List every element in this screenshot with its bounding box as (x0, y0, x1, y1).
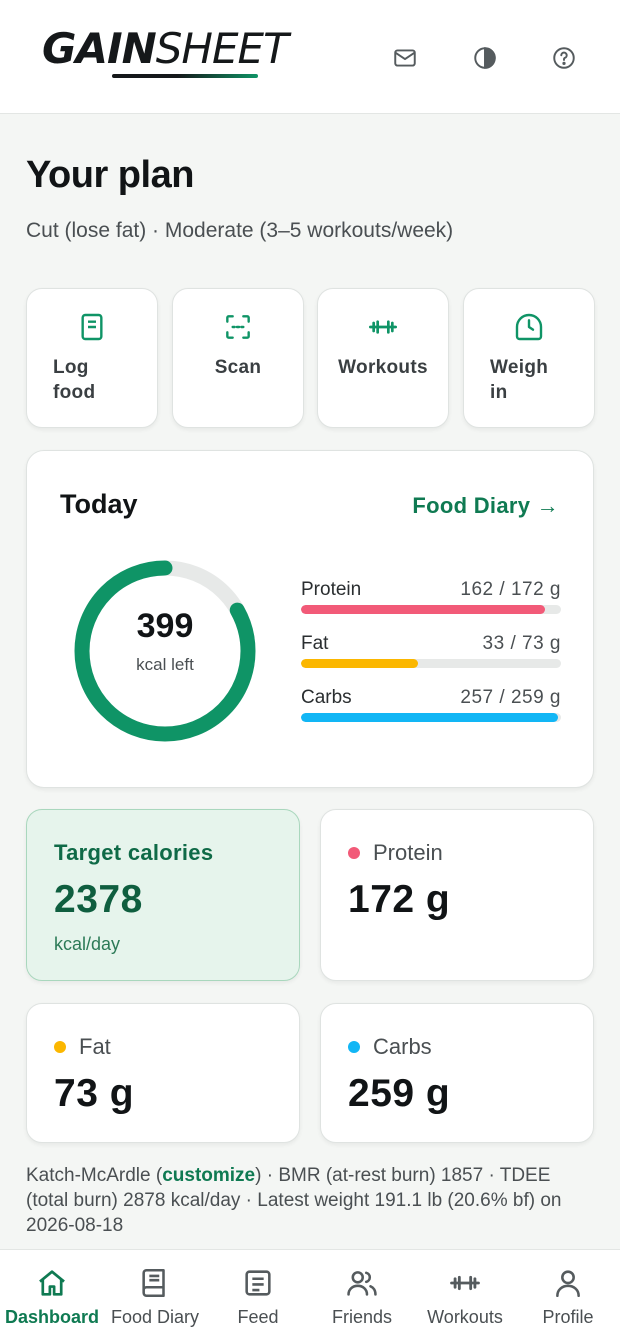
app-header: GAINSHEET (0, 0, 620, 114)
stat-value: 172 g (348, 878, 451, 921)
stat-value: 73 g (54, 1072, 135, 1115)
dumbbell-icon (367, 311, 399, 343)
quick-action-log-food[interactable]: Log food (26, 288, 158, 428)
home-icon (39, 1270, 65, 1296)
scale-clock-icon (513, 311, 545, 343)
carbs-dot-icon (348, 1041, 360, 1053)
protein-card: Protein 172 g (320, 809, 594, 981)
macro-name: Fat (301, 633, 329, 654)
dumbbell-icon (450, 1275, 480, 1291)
nav-food-diary[interactable]: Food Diary (103, 1250, 207, 1342)
kcal-left-value: 399 (136, 607, 194, 645)
nav-dashboard[interactable]: Dashboard (0, 1250, 104, 1342)
nav-workouts[interactable]: Workouts (413, 1250, 517, 1342)
macro-value: 162 / 172 g (460, 579, 561, 600)
stat-label: Target calories (54, 840, 214, 865)
macro-track (301, 713, 561, 722)
book-icon (142, 1268, 165, 1298)
quick-action-label: Workouts (338, 357, 428, 378)
stat-label: Carbs (373, 1034, 432, 1059)
macro-name: Protein (301, 579, 362, 600)
food-diary-link[interactable]: Food Diary → (412, 493, 559, 519)
quick-action-label: Scan (214, 357, 262, 378)
macro-track (301, 659, 561, 668)
help-icon[interactable] (544, 38, 584, 78)
contrast-icon[interactable] (465, 38, 505, 78)
plan-subtitle: Cut (lose fat) · Moderate (3–5 workouts/… (26, 219, 454, 242)
calories-ring (74, 560, 256, 742)
macro-fill (301, 713, 559, 722)
calculation-footnote: Katch-McArdle (customize) · BMR (at-rest… (26, 1165, 562, 1236)
macro-name: Carbs (301, 687, 352, 708)
quick-action-label: Weigh in (490, 357, 549, 403)
page-title: Your plan (26, 154, 194, 196)
nav-profile[interactable]: Profile (516, 1250, 620, 1342)
document-icon (76, 311, 108, 343)
nav-feed[interactable]: Feed (206, 1250, 310, 1342)
macro-value: 33 / 73 g (482, 633, 561, 654)
quick-action-workouts[interactable]: Workouts (317, 288, 449, 428)
macro-value: 257 / 259 g (460, 687, 561, 708)
today-card: Today Food Diary → 399 kcal left Protein… (26, 450, 594, 788)
stat-label: Protein (373, 840, 443, 865)
macro-row-carbs: Carbs 257 / 259 g (301, 687, 561, 731)
friends-icon (347, 1271, 377, 1296)
macro-track (301, 605, 561, 614)
nav-friends[interactable]: Friends (310, 1250, 414, 1342)
protein-dot-icon (348, 847, 360, 859)
macro-fill (301, 659, 418, 668)
today-title: Today (60, 489, 138, 519)
stat-value: 2378 (54, 878, 143, 921)
mail-icon[interactable] (385, 38, 425, 78)
fat-dot-icon (54, 1041, 66, 1053)
profile-icon (556, 1270, 580, 1298)
fat-card: Fat 73 g (26, 1003, 300, 1143)
stat-unit: kcal/day (54, 934, 121, 954)
stat-value: 259 g (348, 1072, 451, 1115)
target-calories-card: Target calories 2378 kcal/day (26, 809, 300, 981)
carbs-card: Carbs 259 g (320, 1003, 594, 1143)
quick-action-weigh-in[interactable]: Weigh in (463, 288, 595, 428)
quick-action-label: Log food (53, 357, 96, 403)
bottom-nav: Dashboard Food Diary Feed Friends Workou… (0, 1249, 620, 1342)
stat-label: Fat (79, 1034, 111, 1059)
feed-icon (245, 1270, 271, 1296)
scan-icon (222, 311, 254, 343)
kcal-left-label: kcal left (136, 655, 194, 674)
macro-row-protein: Protein 162 / 172 g (301, 579, 561, 623)
macro-fill (301, 605, 546, 614)
logo-underline (112, 74, 258, 78)
quick-action-scan[interactable]: Scan (172, 288, 304, 428)
customize-link[interactable]: customize (162, 1165, 255, 1186)
macro-row-fat: Fat 33 / 73 g (301, 633, 561, 677)
